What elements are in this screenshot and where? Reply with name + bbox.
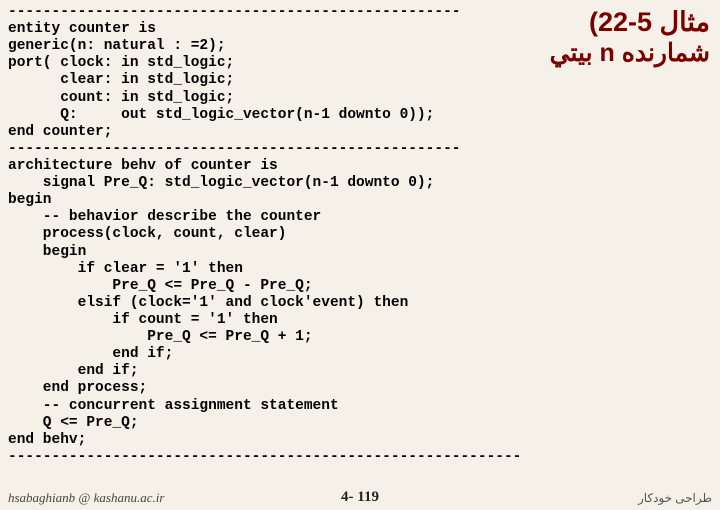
slide-title: مثال 5-22) شمارنده n بيتي bbox=[550, 8, 710, 67]
slide-container: مثال 5-22) شمارنده n بيتي --------------… bbox=[0, 0, 720, 510]
footer: hsabaghianb @ kashanu.ac.ir 4- 119 طراحی… bbox=[0, 488, 720, 506]
title-line-2: شمارنده n بيتي bbox=[550, 40, 710, 68]
footer-page-number: 4- 119 bbox=[0, 489, 720, 506]
vhdl-code-block: ----------------------------------------… bbox=[8, 4, 712, 466]
title-line-1: مثال 5-22) bbox=[550, 8, 710, 38]
footer-course-name: طراحی خودکار bbox=[638, 491, 712, 506]
